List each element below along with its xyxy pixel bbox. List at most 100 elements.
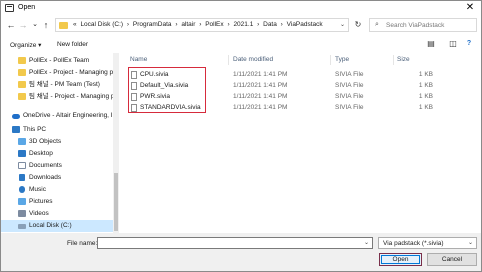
nav-item-this-pc[interactable]: This PC (1, 124, 113, 136)
nav-item-downloads[interactable]: Downloads (1, 172, 113, 184)
nav-item-desktop[interactable]: Desktop (1, 148, 113, 160)
new-folder-button[interactable]: New folder (57, 41, 88, 48)
column-header-name[interactable]: Name (130, 56, 147, 63)
nav-item-onedrive[interactable]: OneDrive - Altair Engineering, In (1, 110, 113, 122)
breadcrumb-separator[interactable]: › (175, 21, 177, 28)
download-icon (19, 174, 25, 181)
nav-item-label: Videos (29, 210, 49, 217)
chevron-down-icon[interactable]: ⌄ (364, 239, 369, 246)
file-date: 1/11/2021 1:41 PM (233, 82, 288, 89)
nav-item-label: Downloads (29, 174, 62, 181)
column-header-type[interactable]: Type (335, 56, 349, 63)
cancel-button[interactable]: Cancel (427, 253, 477, 266)
nav-item-label: PollEx - Project - Managing p (29, 69, 113, 76)
up-button[interactable]: ↑ (40, 19, 52, 31)
scrollbar-thumb[interactable] (114, 173, 118, 231)
cube-icon (18, 138, 26, 145)
folder-icon (18, 81, 26, 88)
forward-button[interactable]: → (17, 19, 29, 31)
nav-item-pollex-team[interactable]: PollEx - PollEx Team (1, 55, 113, 67)
nav-item-documents[interactable]: Documents (1, 160, 113, 172)
desktop-icon (18, 150, 26, 157)
folder-icon (18, 93, 26, 100)
file-size: 1 KB (418, 104, 433, 111)
nav-item-label: Music (29, 186, 46, 193)
file-type: SIVIA File (335, 82, 364, 89)
window-icon (5, 4, 14, 12)
nav-item-label: 팀 채널 - PM Team (Test) (29, 81, 100, 88)
breadcrumb-item[interactable]: 2021.1 (233, 21, 253, 28)
file-type-value: Via padstack (*.sivia) (383, 240, 444, 247)
breadcrumb-item[interactable]: ViaPadstack (287, 21, 323, 28)
column-header-date[interactable]: Date modified (233, 56, 273, 63)
open-button[interactable]: Open (379, 253, 422, 266)
nav-item-label: Local Disk (C:) (29, 222, 72, 229)
address-row: ← → ⌄ ↑ « Local Disk (C:) › ProgramData … (1, 16, 481, 34)
back-button[interactable]: ← (5, 19, 17, 31)
file-name-field[interactable]: ⌄ (97, 237, 373, 249)
column-divider[interactable] (228, 55, 229, 65)
file-type: SIVIA File (335, 71, 364, 78)
breadcrumb-separator[interactable]: › (199, 21, 201, 28)
videos-icon (18, 210, 26, 217)
column-divider[interactable] (393, 55, 394, 65)
chevron-down-icon[interactable]: ⌄ (340, 21, 345, 28)
window-title: Open (18, 4, 36, 11)
file-type-select[interactable]: Via padstack (*.sivia) ⌄ (378, 237, 477, 249)
search-icon: ⌕ (375, 21, 379, 28)
column-header-size[interactable]: Size (397, 56, 410, 63)
search-input[interactable]: ⌕ Search ViaPadstack (369, 18, 477, 32)
chevron-down-icon[interactable]: ⌄ (468, 239, 473, 246)
nav-item-pm-team[interactable]: 팀 채널 - PM Team (Test) (1, 79, 113, 91)
folder-icon (18, 57, 26, 64)
nav-item-pollex-project[interactable]: PollEx - Project - Managing p (1, 67, 113, 79)
file-type: SIVIA File (335, 104, 364, 111)
cloud-icon (12, 114, 20, 119)
organize-button[interactable]: Organize ▾ (10, 41, 41, 49)
nav-item-videos[interactable]: Videos (1, 208, 113, 220)
title-bar: Open ✕ (1, 1, 481, 15)
nav-item-local-disk[interactable]: Local Disk (C:) (1, 220, 113, 232)
refresh-button[interactable]: ↻ (352, 19, 364, 31)
folder-icon (59, 22, 68, 29)
file-name-label: File name: (67, 240, 98, 247)
toolbar: Organize ▾ New folder ▤ ◫ ? (1, 37, 481, 51)
close-button[interactable]: ✕ (462, 1, 478, 15)
nav-item-music[interactable]: Music (1, 184, 113, 196)
file-date: 1/11/2021 1:41 PM (233, 93, 288, 100)
nav-item-3d-objects[interactable]: 3D Objects (1, 136, 113, 148)
nav-item-label: This PC (23, 126, 47, 133)
breadcrumb-item[interactable]: PollEx (205, 21, 223, 28)
breadcrumb-item[interactable]: Local Disk (C:) (80, 21, 123, 28)
nav-item-label: Desktop (29, 150, 53, 157)
breadcrumb-item[interactable]: ProgramData (133, 21, 172, 28)
breadcrumb: « Local Disk (C:) › ProgramData › altair… (73, 21, 325, 28)
documents-icon (18, 162, 26, 169)
address-bar[interactable]: « Local Disk (C:) › ProgramData › altair… (55, 18, 349, 32)
drive-icon (18, 224, 26, 229)
breadcrumb-overflow[interactable]: « (73, 21, 77, 28)
music-icon (19, 186, 25, 193)
view-options-icon[interactable]: ▤ (425, 39, 437, 49)
breadcrumb-item[interactable]: Data (263, 21, 277, 28)
nav-item-label: 3D Objects (29, 138, 62, 145)
breadcrumb-separator[interactable]: › (227, 21, 229, 28)
breadcrumb-item[interactable]: altair (181, 21, 195, 28)
nav-item-label: 팀 채널 - Project - Managing pa (29, 93, 113, 100)
help-icon[interactable]: ? (463, 39, 475, 49)
breadcrumb-separator[interactable]: › (257, 21, 259, 28)
breadcrumb-separator[interactable]: › (281, 21, 283, 28)
column-divider[interactable] (330, 55, 331, 65)
nav-item-label: OneDrive - Altair Engineering, In (23, 112, 113, 119)
dialog-footer: File name: ⌄ Via padstack (*.sivia) ⌄ Op… (1, 233, 481, 271)
preview-pane-icon[interactable]: ◫ (447, 39, 459, 49)
file-size: 1 KB (418, 93, 433, 100)
pictures-icon (18, 198, 26, 205)
nav-scrollbar[interactable] (113, 53, 119, 233)
breadcrumb-separator[interactable]: › (127, 21, 129, 28)
nav-item-project-managing[interactable]: 팀 채널 - Project - Managing pa (1, 91, 113, 103)
nav-item-pictures[interactable]: Pictures (1, 196, 113, 208)
nav-item-label: PollEx - PollEx Team (29, 57, 90, 64)
file-size: 1 KB (418, 71, 433, 78)
nav-item-label: Documents (29, 162, 62, 169)
